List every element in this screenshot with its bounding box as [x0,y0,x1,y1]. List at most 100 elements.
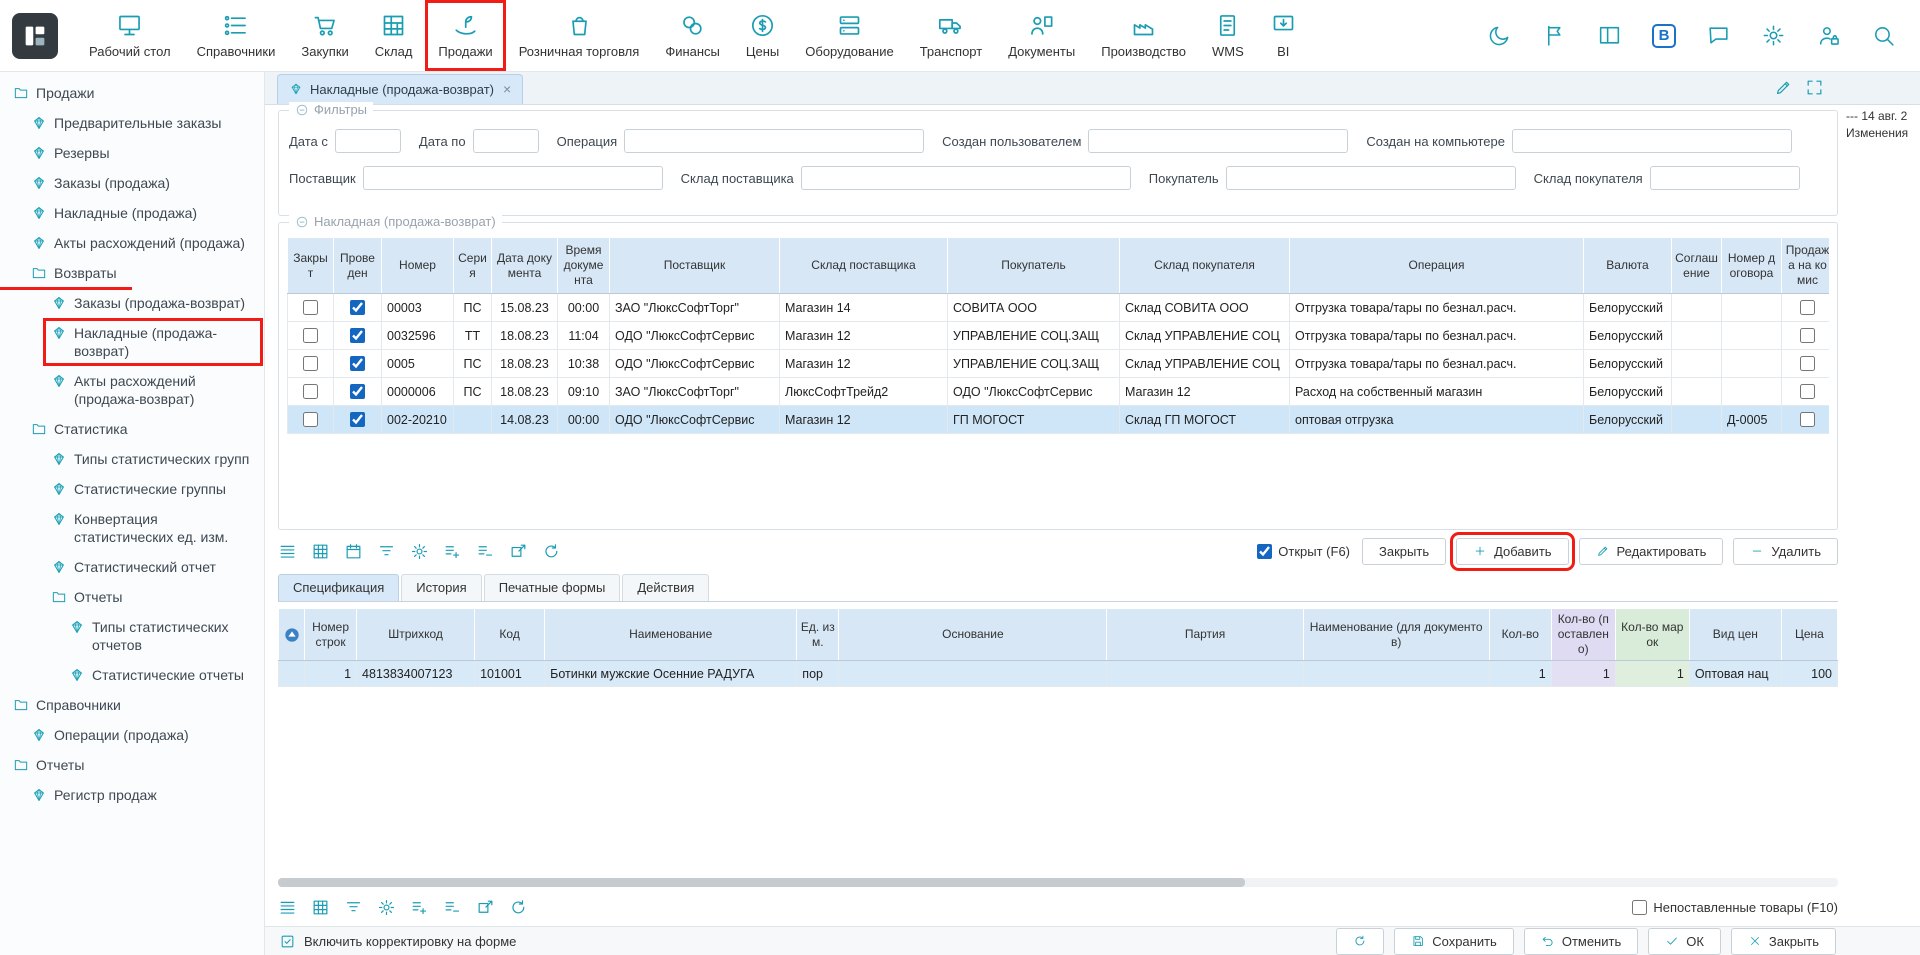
sidebar-item[interactable]: Статистические отчеты [0,660,264,690]
invoice-cell[interactable]: Склад СОВИТА ООО [1120,294,1290,322]
tab-history[interactable]: История [401,574,481,601]
invoice-row[interactable]: 00003ПС15.08.2300:00ЗАО "ЛюксСофтТорг"Ма… [288,294,1830,322]
invoice-cell[interactable] [454,406,492,434]
invoice-cell[interactable] [1722,322,1782,350]
invoice-cell[interactable] [1722,350,1782,378]
spec-column-header[interactable]: Кол-во (поставлено) [1551,609,1615,661]
posted-checkbox[interactable] [350,384,365,399]
flag-icon[interactable] [1542,23,1567,48]
invoice-cell[interactable]: оптовая отгрузка [1290,406,1584,434]
filter-input[interactable] [624,129,924,153]
fullscreen-icon[interactable] [1805,78,1824,97]
sidebar-item[interactable]: Операции (продажа) [0,720,264,750]
spec-cell[interactable]: 100 [1781,661,1837,687]
closed-checkbox[interactable] [303,412,318,427]
invoice-cell[interactable]: Склад УПРАВЛЕНИЕ СОЦ [1120,350,1290,378]
invoice-cell[interactable]: Белорусский [1584,294,1672,322]
tab-print-forms[interactable]: Печатные формы [484,574,621,601]
invoice-cell[interactable]: ЗАО "ЛюксСофтТорг" [610,294,780,322]
sidebar-item[interactable]: Статистические группы [0,474,264,504]
closed-checkbox[interactable] [303,328,318,343]
open-checkbox[interactable] [1257,544,1272,559]
export-icon[interactable] [476,898,495,917]
close-list-button[interactable]: Закрыть [1362,538,1446,565]
ok-button[interactable]: ОК [1648,928,1721,955]
collapse-invoices-icon[interactable] [295,215,309,229]
cancel-button[interactable]: Отменить [1524,928,1638,955]
menu-item-catalog[interactable]: Справочники [184,0,289,71]
invoice-cell[interactable]: 15.08.23 [492,294,558,322]
sidebar-item[interactable]: Возвраты [0,258,264,288]
invoice-column-header[interactable]: Операция [1290,238,1584,294]
invoice-cell[interactable]: ОДО "ЛюксСофтСервис [610,350,780,378]
spec-sort-header[interactable] [279,609,305,661]
sidebar-item[interactable]: Отчеты [0,582,264,612]
sidebar-item[interactable]: Акты расхождений (продажа) [0,228,264,258]
menu-item-retail[interactable]: Розничная торговля [506,0,653,71]
invoice-cell[interactable]: 18.08.23 [492,378,558,406]
spec-column-header[interactable]: Вид цен [1689,609,1781,661]
invoice-cell[interactable]: ОДО "ЛюксСофтСервис [948,378,1120,406]
invoice-cell[interactable]: Д-0005 [1722,406,1782,434]
filter-icon[interactable] [377,542,396,561]
invoice-cell[interactable] [1672,350,1722,378]
invoice-column-header[interactable]: Номер договора [1722,238,1782,294]
sidebar-item[interactable]: Предварительные заказы [0,108,264,138]
closed-checkbox[interactable] [303,300,318,315]
spec-cell[interactable] [1303,661,1489,687]
spec-cell[interactable]: 1 [1615,661,1689,687]
posted-checkbox[interactable] [350,356,365,371]
invoice-cell[interactable]: ПС [454,294,492,322]
sidebar-item[interactable]: Справочники [0,690,264,720]
posted-checkbox[interactable] [350,328,365,343]
invoice-column-header[interactable]: Серия [454,238,492,294]
filter-input[interactable] [1650,166,1800,190]
menu-item-production[interactable]: Производство [1088,0,1199,71]
delete-button[interactable]: Удалить [1733,538,1838,565]
invoice-row[interactable]: 002-2021014.08.2300:00ОДО "ЛюксСофтСерви… [288,406,1830,434]
invoice-column-header[interactable]: Закрыт [288,238,334,294]
filter-input[interactable] [335,129,401,153]
filter-input[interactable] [801,166,1131,190]
menu-item-sales[interactable]: Продажи [425,0,505,71]
export-icon[interactable] [509,542,528,561]
commission-checkbox[interactable] [1800,384,1815,399]
spec-cell[interactable]: 1 [1489,661,1551,687]
commission-checkbox[interactable] [1800,328,1815,343]
invoice-cell[interactable]: 11:04 [558,322,610,350]
grid-view-icon[interactable] [311,542,330,561]
filter-icon[interactable] [344,898,363,917]
commission-checkbox[interactable] [1800,300,1815,315]
invoice-cell[interactable]: СОВИТА ООО [948,294,1120,322]
menu-item-wms[interactable]: WMS [1199,0,1257,71]
menu-item-finance[interactable]: Финансы [652,0,733,71]
invoice-column-header[interactable]: Валюта [1584,238,1672,294]
invoice-cell[interactable]: 0005 [382,350,454,378]
invoice-row[interactable]: 0000006ПС18.08.2309:10ЗАО "ЛюксСофтТорг"… [288,378,1830,406]
sidebar-item[interactable]: Статистический отчет [0,552,264,582]
sidebar-item[interactable]: Акты расхождений (продажа-возврат) [0,366,264,414]
settings-icon[interactable] [1761,23,1786,48]
spec-cell[interactable]: 101001 [475,661,545,687]
invoice-cell[interactable]: ПС [454,350,492,378]
user-session-icon[interactable] [1816,23,1841,48]
invoice-cell[interactable] [1722,294,1782,322]
closed-checkbox[interactable] [303,356,318,371]
invoice-cell[interactable]: 18.08.23 [492,322,558,350]
spec-cell[interactable] [839,661,1107,687]
filter-input[interactable] [1512,129,1792,153]
invoice-cell[interactable] [1672,406,1722,434]
invoice-cell[interactable]: Магазин 12 [780,406,948,434]
grid-view-icon[interactable] [311,898,330,917]
sidebar-item[interactable]: Продажи [0,78,264,108]
tab-close-icon[interactable]: × [503,81,511,97]
list-view-icon[interactable] [278,542,297,561]
add-button[interactable]: Добавить [1456,538,1568,565]
list-view-icon[interactable] [278,898,297,917]
invoice-column-header[interactable]: Склад поставщика [780,238,948,294]
sidebar-item[interactable]: Конвертация статистических ед. изм. [0,504,264,552]
invoice-cell[interactable]: ОДО "ЛюксСофтСервис [610,322,780,350]
sidebar-item[interactable]: Резервы [0,138,264,168]
invoice-cell[interactable]: Магазин 14 [780,294,948,322]
invoice-column-header[interactable]: Соглашение [1672,238,1722,294]
